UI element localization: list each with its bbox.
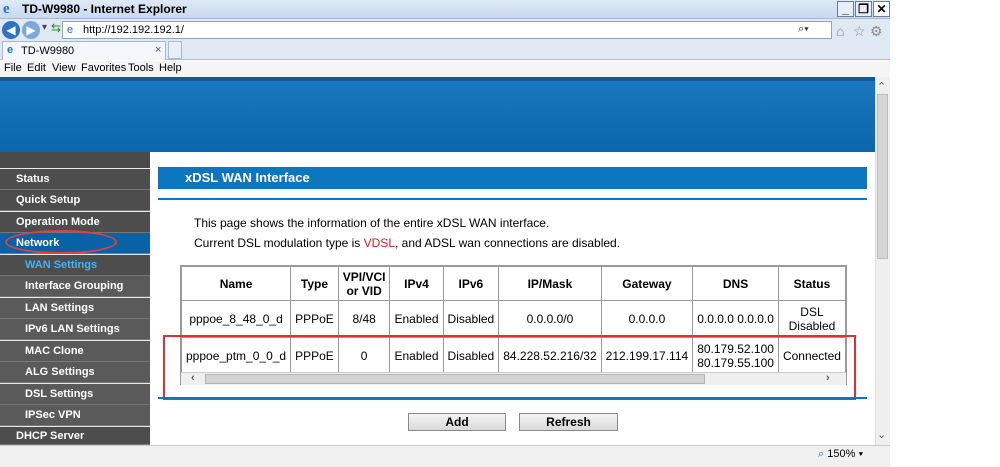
nav-quick-setup[interactable]: Quick Setup: [0, 190, 150, 211]
tab-favicon-icon: e: [7, 44, 14, 56]
nav-alg-settings[interactable]: ALG Settings: [0, 362, 150, 383]
col-gateway: Gateway: [600, 266, 694, 301]
tab-title: TD-W9980: [21, 45, 75, 57]
col-name: Name: [181, 266, 292, 301]
window-title: TD-W9980 - Internet Explorer: [22, 2, 187, 16]
menu-bar: File Edit View Favorites Tools Help: [0, 61, 890, 77]
cell-dns: 0.0.0.0 0.0.0.0: [692, 300, 779, 338]
section-bottom-divider: [158, 397, 867, 399]
col-dns: DNS: [692, 266, 779, 301]
menu-favorites[interactable]: Favorites: [81, 62, 126, 74]
new-tab-button[interactable]: [168, 41, 182, 59]
minimize-button[interactable]: _: [837, 1, 854, 17]
col-extra: [844, 266, 846, 301]
scroll-up-icon[interactable]: ⌃: [877, 80, 886, 93]
title-bar: e TD-W9980 - Internet Explorer: [0, 0, 890, 19]
nav-wan-settings[interactable]: WAN Settings: [0, 255, 150, 276]
browser-tab[interactable]: e TD-W9980 ×: [2, 41, 166, 60]
nav-mac-clone[interactable]: MAC Clone: [0, 341, 150, 362]
back-icon[interactable]: ◀: [2, 21, 20, 39]
maximize-button[interactable]: ❐: [855, 1, 872, 17]
section-header: xDSL WAN Interface: [158, 167, 867, 189]
nav-dsl-settings[interactable]: DSL Settings: [0, 384, 150, 405]
modulation-type: VDSL: [363, 236, 395, 250]
compat-icon[interactable]: ⇆: [51, 21, 61, 35]
address-url: http://192.192.192.1/: [83, 24, 184, 36]
table-row[interactable]: pppoe_8_48_0_d PPPoE 8/48 Enabled Disabl…: [181, 300, 846, 338]
modulation-prefix: Current DSL modulation type is: [194, 236, 364, 250]
modulation-info: Current DSL modulation type is VDSL, and…: [194, 236, 620, 250]
nav-ipsec-vpn[interactable]: IPSec VPN: [0, 405, 150, 426]
menu-tools[interactable]: Tools: [128, 62, 154, 74]
cell-status: DSL Disabled: [777, 300, 846, 338]
cell-ipv4: Enabled: [389, 300, 444, 338]
add-button[interactable]: Add: [408, 413, 506, 431]
cell-ipmask: 0.0.0.0/0: [498, 300, 602, 338]
row-highlight-box: [163, 335, 856, 400]
tab-row: e TD-W9980 ×: [0, 40, 890, 60]
zoom-control[interactable]: ⌕ 150% ▾: [818, 448, 863, 461]
nav-header-strip: [0, 152, 150, 168]
search-icon[interactable]: ⌕▾: [798, 23, 809, 36]
col-ipv6: IPv6: [442, 266, 500, 301]
nav-interface-grouping[interactable]: Interface Grouping: [0, 276, 150, 297]
cell-gateway: 0.0.0.0: [600, 300, 694, 338]
section-divider: [158, 198, 867, 200]
favorites-icon[interactable]: ☆: [853, 23, 866, 40]
modulation-suffix: , and ADSL wan connections are disabled.: [395, 236, 621, 250]
cell-vpi: 8/48: [337, 300, 391, 338]
banner-stripe: [0, 77, 875, 81]
col-vpi: VPI/VCI or VID: [337, 266, 391, 301]
col-type: Type: [290, 266, 339, 301]
ie-logo-icon: e: [3, 1, 10, 17]
col-status: Status: [777, 266, 846, 301]
refresh-button[interactable]: Refresh: [519, 413, 618, 431]
dropdown-icon[interactable]: ▾: [42, 22, 47, 33]
cell-name: pppoe_8_48_0_d: [181, 300, 292, 338]
status-bar: [0, 445, 890, 467]
network-annotation-circle: [5, 230, 117, 254]
forward-icon[interactable]: ▶: [22, 21, 40, 39]
nav-status[interactable]: Status: [0, 169, 150, 190]
col-ipmask: IP/Mask: [498, 266, 602, 301]
col-ipv4: IPv4: [389, 266, 444, 301]
home-icon[interactable]: ⌂: [836, 23, 844, 39]
table-header-row: Name Type VPI/VCI or VID IPv4 IPv6 IP/Ma…: [181, 266, 846, 301]
menu-edit[interactable]: Edit: [27, 62, 46, 74]
nav-lan-settings[interactable]: LAN Settings: [0, 298, 150, 319]
cell-ipv6: Disabled: [442, 300, 500, 338]
cell-type: PPPoE: [290, 300, 339, 338]
menu-view[interactable]: View: [52, 62, 76, 74]
zoom-icon: ⌕: [818, 448, 825, 460]
nav-ipv6-lan-settings[interactable]: IPv6 LAN Settings: [0, 319, 150, 340]
scroll-down-icon[interactable]: ⌄: [877, 428, 886, 441]
page-icon: e: [67, 24, 74, 36]
header-banner: [0, 77, 875, 152]
cell-action[interactable]: [844, 300, 846, 338]
vertical-scroll-thumb[interactable]: [877, 94, 888, 259]
tab-close-icon[interactable]: ×: [155, 44, 161, 56]
close-button[interactable]: ✕: [873, 1, 890, 17]
section-title: xDSL WAN Interface: [185, 170, 310, 185]
page-description: This page shows the information of the e…: [194, 216, 550, 230]
nav-dhcp-server[interactable]: DHCP Server: [0, 427, 150, 445]
zoom-dropdown-icon: ▾: [858, 448, 864, 460]
address-field[interactable]: e http://192.192.192.1/ ⌕▾: [62, 21, 832, 39]
menu-file[interactable]: File: [4, 62, 22, 74]
gear-icon[interactable]: ⚙: [870, 23, 883, 40]
zoom-level: 150%: [827, 448, 856, 460]
menu-help[interactable]: Help: [159, 62, 182, 74]
